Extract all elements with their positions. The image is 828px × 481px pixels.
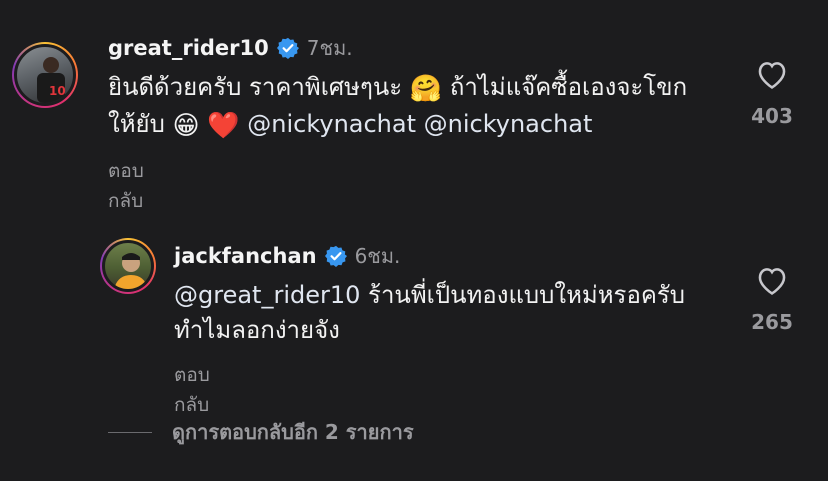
heart-outline-icon[interactable] xyxy=(755,264,789,296)
view-more-replies-label: ดูการตอบกลับอีก 2 รายการ xyxy=(172,420,414,444)
grinning-face-emoji: 😁 xyxy=(172,111,200,141)
like-count: 403 xyxy=(751,104,793,128)
avatar[interactable]: 10 xyxy=(12,42,78,108)
heart-outline-icon[interactable] xyxy=(755,58,789,90)
mention-link[interactable]: @great_rider10 xyxy=(174,281,360,309)
timestamp: 6ชม. xyxy=(354,244,401,268)
username[interactable]: great_rider10 xyxy=(108,36,269,60)
username[interactable]: jackfanchan xyxy=(174,244,317,268)
like-section: 265 xyxy=(742,264,802,334)
timestamp: 7ชม. xyxy=(306,36,353,60)
divider-line xyxy=(108,431,152,433)
like-section: 403 xyxy=(742,58,802,128)
hugging-face-emoji: 🤗 xyxy=(409,74,443,104)
red-heart-emoji: ❤️ xyxy=(207,111,240,141)
svg-text:10: 10 xyxy=(49,84,66,98)
mention-link[interactable]: @nickynachat @nickynachat xyxy=(247,110,592,138)
comment-text: @great_rider10 ร้านพี่เป็นทองแบบใหม่หรอค… xyxy=(174,281,686,344)
reply-button[interactable]: ตอบกลับ xyxy=(108,156,144,216)
verified-badge-icon xyxy=(324,245,347,267)
verified-badge-icon xyxy=(276,37,299,59)
view-more-replies-button[interactable]: ดูการตอบกลับอีก 2 รายการ xyxy=(108,416,414,448)
like-count: 265 xyxy=(751,310,793,334)
comment-text: ยินดีด้วยครับ ราคาพิเศษๆนะ 🤗 ถ้าไม่แจ๊คซ… xyxy=(108,70,728,144)
avatar[interactable] xyxy=(100,238,156,294)
reply-button[interactable]: ตอบกลับ xyxy=(174,360,210,420)
